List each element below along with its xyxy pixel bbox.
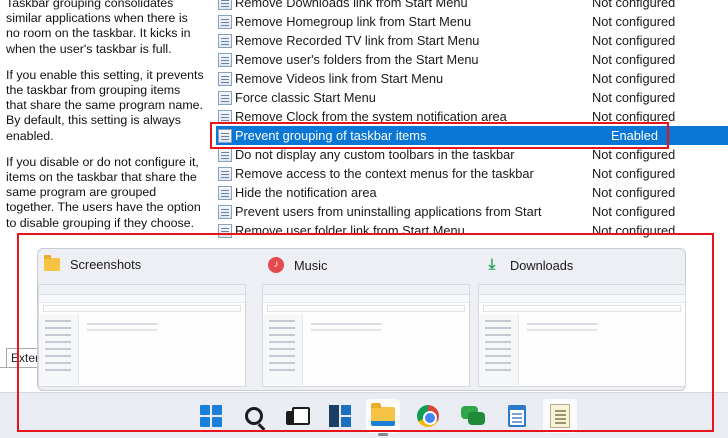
- preview-address-bar: [267, 305, 465, 312]
- magnifier-icon: [245, 407, 263, 425]
- preview-toolbar: [479, 295, 685, 303]
- policy-name: Prevent users from uninstalling applicat…: [235, 204, 542, 219]
- policy-row[interactable]: Remove user's folders from the Start Men…: [216, 50, 728, 69]
- preview-titlebar: [39, 285, 245, 295]
- policy-name: Do not display any custom toolbars in th…: [235, 147, 515, 162]
- taskbar: [0, 392, 728, 438]
- chat-icon[interactable]: [456, 399, 490, 433]
- policy-setting-icon: [218, 223, 232, 238]
- notepad-icon[interactable]: [500, 399, 534, 433]
- window-preview[interactable]: [262, 284, 470, 387]
- preview-toolbar: [39, 295, 245, 303]
- widgets-glyph-icon: [329, 405, 351, 427]
- policy-name: Remove user's folders from the Start Men…: [235, 52, 479, 67]
- policy-state: Not configured: [592, 0, 676, 10]
- policy-name: Remove Downloads link from Start Menu: [235, 0, 468, 10]
- preview-content: [527, 323, 597, 325]
- download-icon: ⤓: [488, 256, 496, 273]
- policy-name: Remove Homegroup link from Start Menu: [235, 14, 472, 29]
- preview-toolbar: [263, 295, 469, 303]
- policy-row[interactable]: Remove user folder link from Start Menu …: [216, 221, 728, 240]
- thumbnail-header: ⤓ Downloads: [484, 256, 574, 273]
- policy-name: Remove access to the context menus for t…: [235, 166, 534, 181]
- preview-sidebar: [479, 315, 519, 385]
- policy-state: Not configured: [592, 204, 676, 219]
- policy-name: Remove Recorded TV link from Start Menu: [235, 33, 480, 48]
- music-icon: ♪: [268, 257, 284, 273]
- thumbnail-downloads[interactable]: ⤓ Downloads: [478, 249, 686, 392]
- policy-setting-icon: [218, 204, 232, 219]
- policy-state: Not configured: [592, 90, 676, 105]
- windows-start-icon[interactable]: [194, 399, 228, 433]
- search-icon[interactable]: [237, 399, 271, 433]
- selected-policy-highlight: [210, 122, 669, 149]
- window-preview[interactable]: [478, 284, 686, 387]
- window-preview[interactable]: [38, 284, 246, 387]
- policy-row[interactable]: Force classic Start Menu Not configured: [216, 88, 728, 107]
- policy-row[interactable]: Remove Downloads link from Start Menu No…: [216, 0, 728, 12]
- policy-setting-icon: [218, 166, 232, 181]
- thumbnail-screenshots[interactable]: Screenshots: [38, 249, 246, 392]
- thumbnail-header: ♪ Music: [268, 257, 327, 273]
- document-icon: [550, 404, 570, 428]
- preview-content: [87, 323, 157, 325]
- policy-setting-icon: [218, 52, 232, 67]
- tab-divider: [0, 367, 40, 368]
- policy-state: Not configured: [592, 52, 676, 67]
- wordpad-icon[interactable]: [543, 399, 577, 433]
- policy-row[interactable]: Remove access to the context menus for t…: [216, 164, 728, 183]
- chrome-logo-icon: [417, 405, 439, 427]
- policy-row[interactable]: Remove Recorded TV link from Start Menu …: [216, 31, 728, 50]
- thumbnail-music[interactable]: ♪ Music: [262, 249, 470, 392]
- policy-state: Not configured: [592, 166, 676, 181]
- file-explorer-icon[interactable]: [366, 399, 400, 436]
- policy-name: Hide the notification area: [235, 185, 377, 200]
- task-view-glyph-icon: [286, 407, 310, 425]
- thumbnail-title: Screenshots: [70, 257, 142, 272]
- widgets-icon[interactable]: [323, 399, 357, 433]
- preview-address-bar: [483, 305, 681, 312]
- taskbar-thumbnail-flyout: Screenshots ♪ Music ⤓ Downloads: [37, 248, 686, 391]
- chat-bubble-icon: [461, 406, 485, 426]
- folder-icon: [371, 402, 395, 426]
- policy-setting-icon: [218, 33, 232, 48]
- policy-setting-icon: [218, 0, 232, 10]
- policy-state: Not configured: [592, 185, 676, 200]
- preview-address-bar: [43, 305, 241, 312]
- description-paragraph-3: If you disable or do not configure it, i…: [6, 154, 201, 230]
- preview-titlebar: [479, 285, 685, 295]
- policy-state: Not configured: [592, 147, 676, 162]
- description-paragraph-1: Taskbar grouping consolidates similar ap…: [6, 0, 191, 56]
- policy-state: Not configured: [592, 223, 676, 238]
- policy-setting-icon: [218, 147, 232, 162]
- policy-row[interactable]: Remove Homegroup link from Start Menu No…: [216, 12, 728, 31]
- chrome-icon[interactable]: [411, 399, 445, 433]
- policy-setting-icon: [218, 90, 232, 105]
- policy-state: Not configured: [592, 33, 676, 48]
- policy-row[interactable]: Remove Videos link from Start Menu Not c…: [216, 69, 728, 88]
- task-view-icon[interactable]: [280, 399, 314, 433]
- policy-name: Force classic Start Menu: [235, 90, 376, 105]
- policy-state: Not configured: [592, 14, 676, 29]
- policy-name: Remove user folder link from Start Menu: [235, 223, 465, 238]
- policy-setting-icon: [218, 14, 232, 29]
- policy-name: Remove Videos link from Start Menu: [235, 71, 444, 86]
- policy-row[interactable]: Prevent users from uninstalling applicat…: [216, 202, 728, 221]
- policy-setting-icon: [218, 185, 232, 200]
- windows-logo-icon: [200, 405, 222, 427]
- running-indicator: [378, 433, 388, 436]
- thumbnail-header: Screenshots: [44, 255, 142, 272]
- description-paragraph-2: If you enable this setting, it prevents …: [6, 67, 204, 143]
- preview-sidebar: [263, 315, 303, 385]
- policy-setting-icon: [218, 71, 232, 86]
- preview-content: [311, 323, 381, 325]
- preview-sidebar: [39, 315, 79, 385]
- notepad-glyph-icon: [508, 405, 526, 427]
- folder-icon: [44, 255, 60, 271]
- thumbnail-title: Music: [294, 257, 328, 273]
- policy-state: Not configured: [592, 71, 676, 86]
- policy-row[interactable]: Hide the notification area Not configure…: [216, 183, 728, 202]
- thumbnail-title: Downloads: [510, 257, 574, 273]
- preview-titlebar: [263, 285, 469, 295]
